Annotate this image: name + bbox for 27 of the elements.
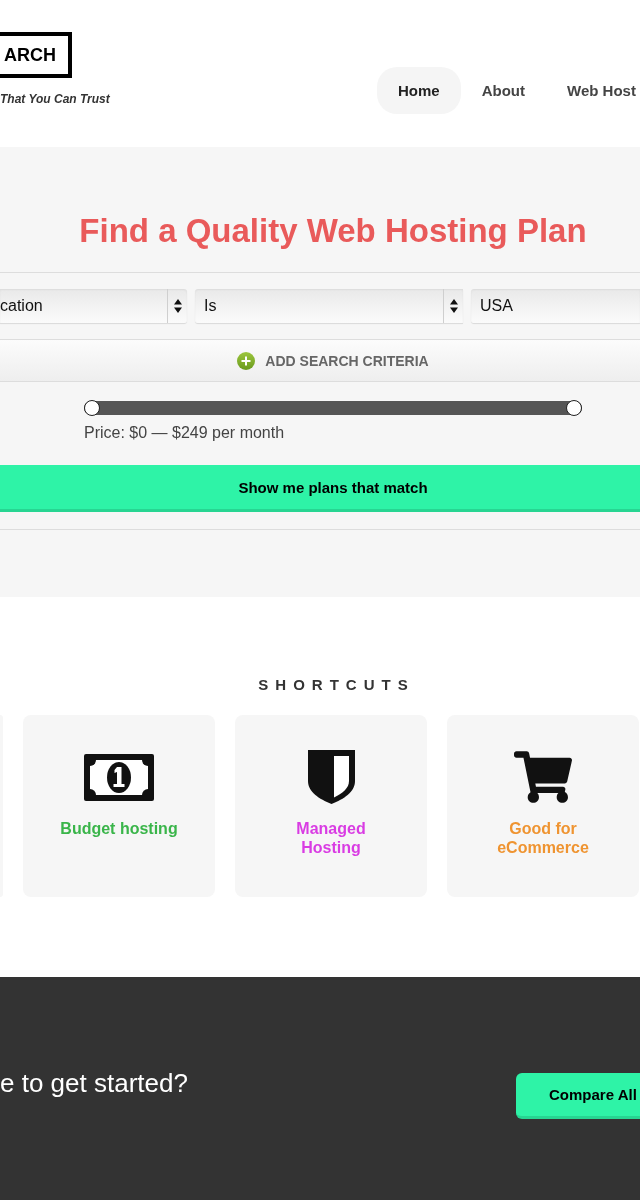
criteria-value-field[interactable]: USA: [471, 289, 640, 323]
price-slider-track[interactable]: [84, 400, 582, 416]
banknote-icon: [84, 753, 154, 801]
compare-all-button[interactable]: Compare All: [516, 1073, 640, 1119]
criteria-dropdown[interactable]: Is: [195, 289, 463, 323]
nav-link[interactable]: Web Host: [546, 67, 636, 114]
search-title: Find a Quality Web Hosting Plan: [78, 211, 588, 251]
shortcut-label: Budget hosting: [60, 819, 178, 838]
shield-icon: [307, 750, 355, 804]
add-search-criteria-button[interactable]: ADD SEARCH CRITERIA: [0, 339, 640, 382]
shortcut-label: Managed Hosting: [295, 819, 367, 857]
slider-handle[interactable]: [84, 400, 100, 416]
price-range-label: Price: $0 — $249 per month: [84, 423, 285, 442]
shopping-cart-icon: [514, 748, 572, 806]
plus-icon: [237, 351, 256, 370]
criteria-dropdown[interactable]: cation: [0, 289, 187, 323]
show-plans-button[interactable]: Show me plans that match: [0, 465, 640, 512]
nav-link[interactable]: Home: [377, 67, 461, 114]
logo: ARCH: [0, 32, 72, 78]
up-down-arrows-icon: [449, 299, 458, 313]
shortcuts-heading: SHORTCUTS: [257, 676, 416, 694]
slider-handle[interactable]: [566, 400, 582, 416]
nav-link[interactable]: About: [460, 67, 546, 114]
logo-tagline: That You Can Trust: [0, 92, 110, 107]
shortcut-label: Good for eCommerce: [496, 819, 590, 857]
up-down-arrows-icon: [173, 299, 182, 313]
call-to-action-text: e to get started?: [0, 1067, 188, 1099]
